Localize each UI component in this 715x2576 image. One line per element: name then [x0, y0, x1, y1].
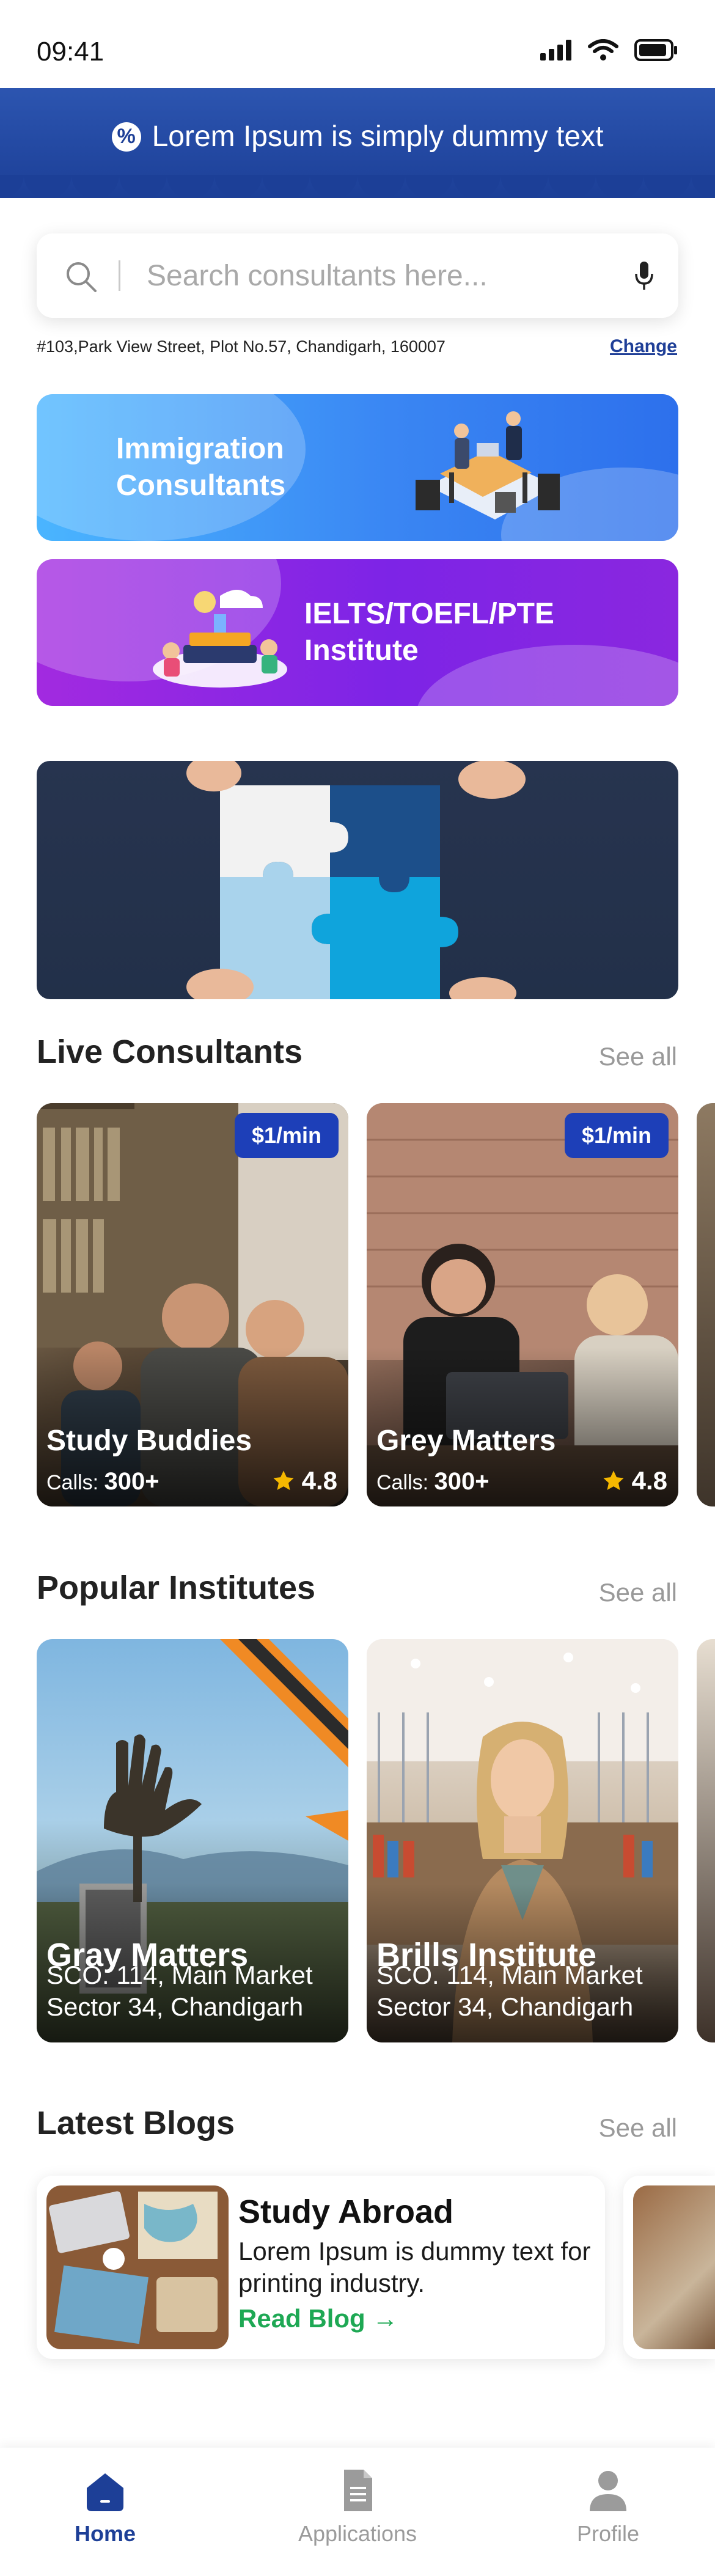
- category-title: IELTS/TOEFL/PTE Institute: [304, 598, 554, 667]
- popular-institutes-see-all[interactable]: See all: [599, 1578, 677, 1607]
- tab-profile[interactable]: Profile: [516, 2466, 700, 2547]
- microphone-icon[interactable]: [634, 260, 654, 291]
- promo-scallop-edge: [0, 175, 715, 198]
- consultant-rating: 4.8: [601, 1466, 667, 1495]
- blog-card-peek[interactable]: [623, 2176, 715, 2359]
- search-divider: [119, 260, 120, 291]
- bottom-tab-bar: Home Applications Profile: [0, 2448, 715, 2576]
- change-location-link[interactable]: Change: [610, 336, 677, 357]
- wifi-icon: [588, 39, 618, 61]
- signal-icon: [540, 40, 571, 61]
- search-icon: [67, 262, 97, 292]
- promo-text: Lorem Ipsum is simply dummy text: [152, 120, 604, 153]
- consultant-name: Grey Matters: [376, 1425, 556, 1457]
- home-icon: [87, 2473, 123, 2511]
- status-bar: 09:41: [0, 0, 715, 88]
- blog-card[interactable]: Study Abroad Lorem Ipsum is dummy text f…: [37, 2176, 605, 2359]
- price-badge: $1/min: [564, 1113, 669, 1158]
- status-icons: [540, 39, 678, 61]
- consultant-card[interactable]: $1/min Study Buddies Calls: 300+ 4.8: [37, 1103, 348, 1506]
- institute-address: SCO. 114, Main Market Sector 34, Chandig…: [376, 1961, 643, 2021]
- tab-home[interactable]: Home: [13, 2466, 197, 2547]
- consultant-calls: Calls: 300+: [46, 1468, 160, 1495]
- latest-blogs-see-all[interactable]: See all: [599, 2113, 677, 2143]
- document-icon: [344, 2470, 372, 2511]
- search-bar[interactable]: [37, 233, 678, 318]
- study-illustration: [153, 590, 287, 688]
- location-address: #103,Park View Street, Plot No.57, Chand…: [37, 337, 446, 356]
- live-consultants-carousel[interactable]: $1/min Study Buddies Calls: 300+ 4.8 $1/…: [37, 1103, 715, 1506]
- star-icon: [273, 1470, 294, 1491]
- price-badge: $1/min: [234, 1113, 339, 1158]
- search-input[interactable]: [147, 254, 623, 297]
- puzzle-illustration: [186, 761, 526, 999]
- category-immigration-consultants[interactable]: Immigration Consultants: [37, 394, 678, 541]
- promo-content: % Lorem Ipsum is simply dummy text: [0, 120, 715, 153]
- blog-description: Lorem Ipsum is dummy text for printing i…: [238, 2237, 591, 2297]
- star-icon: [603, 1470, 624, 1491]
- consultant-card[interactable]: $1/min Grey Matters Calls: 300+ 4.8: [367, 1103, 678, 1506]
- person-icon: [590, 2471, 626, 2511]
- office-meeting-illustration: [416, 411, 560, 519]
- institute-address: SCO. 114, Main Market Sector 34, Chandig…: [46, 1961, 313, 2021]
- institute-card[interactable]: Gray Matters SCO. 114, Main Market Secto…: [37, 1639, 348, 2042]
- consultant-rating: 4.8: [271, 1466, 337, 1495]
- latest-blogs-carousel[interactable]: Study Abroad Lorem Ipsum is dummy text f…: [37, 2176, 715, 2359]
- read-blog-link[interactable]: Read Blog →: [238, 2304, 398, 2333]
- popular-institutes-carousel[interactable]: Gray Matters SCO. 114, Main Market Secto…: [37, 1639, 715, 2042]
- tab-applications[interactable]: Applications: [266, 2466, 449, 2547]
- institute-card[interactable]: Brills Institute SCO. 114, Main Market S…: [367, 1639, 678, 2042]
- blog-thumbnail: [46, 2185, 229, 2349]
- live-consultants-see-all[interactable]: See all: [599, 1042, 677, 1071]
- blog-title: Study Abroad: [238, 2193, 454, 2230]
- puzzle-banner-image[interactable]: [37, 761, 678, 999]
- consultant-calls: Calls: 300+: [376, 1468, 490, 1495]
- institute-card-peek[interactable]: [697, 1639, 715, 2042]
- category-title: Immigration Consultants: [116, 433, 286, 502]
- consultant-card-peek[interactable]: [697, 1103, 715, 1506]
- latest-blogs-title: Latest Blogs: [37, 2105, 235, 2141]
- battery-icon: [634, 39, 677, 61]
- live-consultants-title: Live Consultants: [37, 1033, 303, 1070]
- status-time: 09:41: [37, 37, 105, 67]
- popular-institutes-title: Popular Institutes: [37, 1569, 316, 1606]
- percent-badge-icon: %: [111, 122, 141, 152]
- consultant-name: Study Buddies: [46, 1425, 252, 1457]
- category-ielts-toefl-pte[interactable]: IELTS/TOEFL/PTE Institute: [37, 559, 678, 706]
